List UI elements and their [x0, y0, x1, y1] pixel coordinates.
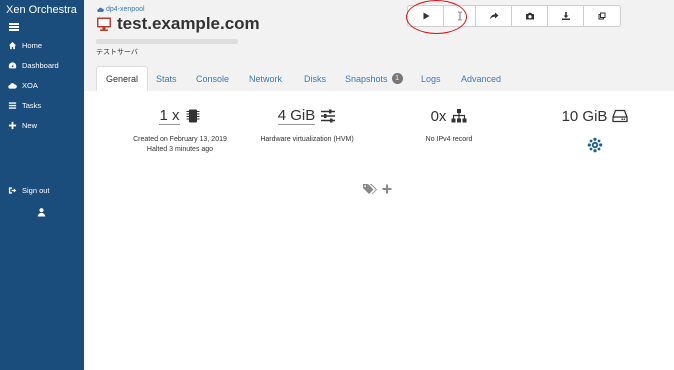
cursor-area[interactable] — [444, 6, 476, 26]
tab-label: General — [106, 74, 139, 84]
pool-name: dp4-xenpool — [106, 6, 145, 13]
migrate-button[interactable] — [476, 6, 512, 26]
redacted-text — [96, 39, 238, 44]
camera-icon — [525, 12, 534, 20]
cloud-icon — [97, 7, 104, 12]
tab-label: Advanced — [461, 73, 502, 84]
tab-logs[interactable]: Logs — [412, 66, 450, 91]
sidebar-item-tasks[interactable]: Tasks — [8, 101, 41, 110]
cloud-icon — [8, 83, 17, 89]
tab-label: Console — [196, 73, 230, 84]
cpu-stat: 1 x Created on February 13, 2019 Halted … — [115, 106, 245, 155]
network-icon — [451, 109, 467, 123]
brand-title[interactable]: Xen Orchestra — [6, 4, 77, 16]
sidebar-item-label: XOA — [22, 81, 38, 90]
disk-stat: 10 GiB — [530, 106, 660, 153]
sidebar-item-label: Home — [22, 41, 43, 50]
tab-console[interactable]: Console — [187, 66, 238, 91]
tab-disks[interactable]: Disks — [295, 66, 335, 91]
created-date: Created on February 13, 2019 — [133, 136, 227, 143]
desktop-icon — [97, 17, 111, 31]
sidebar-item-new[interactable]: New — [8, 121, 37, 130]
vm-name[interactable]: test.example.com — [117, 14, 260, 34]
tasks-icon — [8, 102, 17, 109]
hard-drive-icon — [612, 109, 629, 123]
vm-action-bar — [407, 5, 621, 27]
play-icon — [423, 12, 429, 20]
snapshot-button[interactable] — [512, 6, 548, 26]
sidebar: Xen Orchestra Home Dashboard XOA Tasks N… — [0, 0, 84, 370]
memory-size[interactable]: 4 GiB — [277, 107, 316, 125]
download-icon — [561, 12, 570, 20]
sidebar-item-label: Dashboard — [22, 61, 59, 70]
tags-area — [362, 183, 392, 195]
plus-icon — [8, 121, 17, 130]
sign-out-icon — [8, 187, 17, 194]
tab-advanced[interactable]: Advanced — [452, 66, 510, 91]
tab-snapshots[interactable]: Snapshots 1 — [336, 66, 412, 91]
sign-out-link[interactable]: Sign out — [8, 186, 50, 195]
home-icon — [8, 41, 17, 50]
vm-status: Halted 3 minutes ago — [146, 146, 214, 153]
cpu-count[interactable]: 1 x — [159, 107, 180, 125]
tab-label: Network — [249, 73, 283, 84]
sliders-icon — [321, 109, 336, 123]
page-title: test.example.com — [96, 14, 260, 34]
general-panel: 1 x Created on February 13, 2019 Halted … — [84, 91, 674, 370]
tab-network[interactable]: Network — [240, 66, 291, 91]
text-cursor-icon — [457, 11, 462, 21]
sidebar-item-label: New — [22, 121, 38, 130]
tab-label: Snapshots — [345, 73, 388, 84]
menu-toggle-icon[interactable] — [9, 23, 19, 31]
sidebar-item-dashboard[interactable]: Dashboard — [8, 61, 59, 70]
sidebar-item-xoa[interactable]: XOA — [8, 81, 38, 90]
add-tag-icon[interactable] — [382, 184, 392, 194]
share-icon — [489, 12, 498, 20]
network-count[interactable]: 0x — [431, 108, 447, 125]
sign-out-label: Sign out — [22, 186, 50, 195]
tab-label: Disks — [304, 73, 326, 84]
pool-link[interactable]: dp4-xenpool — [97, 6, 145, 13]
tab-label: Logs — [421, 73, 441, 84]
ipv4-status: No IPv4 record — [425, 136, 473, 143]
tags-icon — [363, 184, 377, 194]
user-icon[interactable] — [37, 207, 46, 217]
export-button[interactable] — [548, 6, 584, 26]
copy-icon — [598, 12, 606, 20]
sidebar-item-home[interactable]: Home — [8, 41, 42, 50]
tab-bar: General Stats Console Network Disks Snap… — [84, 58, 674, 91]
network-stat: 0x No IPv4 record — [384, 106, 514, 145]
tab-general[interactable]: General — [96, 66, 149, 91]
cpu-chip-icon — [186, 109, 199, 123]
snapshot-count-badge: 1 — [391, 73, 403, 84]
vm-description[interactable]: テストサーバ — [96, 47, 138, 57]
disk-size[interactable]: 10 GiB — [562, 108, 608, 125]
tab-stats[interactable]: Stats — [147, 66, 186, 91]
start-button[interactable] — [408, 6, 444, 26]
copy-button[interactable] — [584, 6, 620, 26]
dashboard-icon — [8, 62, 17, 69]
os-logo-icon — [587, 137, 603, 153]
vm-header: dp4-xenpool test.example.com テストサーバ — [84, 0, 674, 58]
tab-label: Stats — [156, 73, 177, 84]
memory-stat: 4 GiB Hardware virtualization (HVM) — [242, 106, 372, 145]
sidebar-item-label: Tasks — [22, 101, 42, 110]
virtualization-mode: Hardware virtualization (HVM) — [260, 136, 354, 143]
